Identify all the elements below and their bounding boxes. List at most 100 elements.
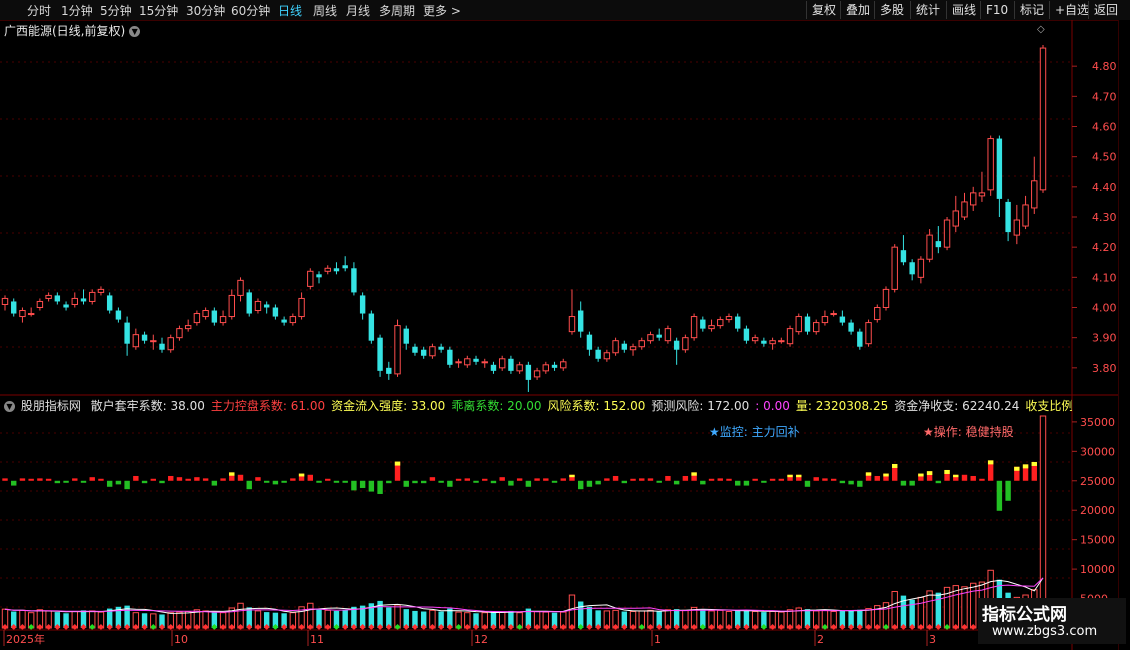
candle-body [438,346,444,350]
candle-body [447,349,453,365]
candle-body [394,325,401,375]
candle-body [324,267,331,272]
oscillator-bar [438,480,444,483]
candle-body [333,268,340,272]
oscillator-bar-cap [944,469,950,474]
oscillator-bar [586,480,593,487]
candle-body [193,313,201,324]
oscillator-bar [769,478,776,481]
candle-body [464,358,471,366]
candle-body [743,328,750,341]
price-tick-label: 4.20 [1092,241,1117,254]
chevron-down-icon[interactable]: ▼ [4,401,15,412]
candle-body [778,340,785,343]
indicator-item-2: 资金流入强度: 33.00 [331,399,446,413]
oscillator-bar [220,478,226,481]
candle-body [176,328,183,339]
oscillator-bar [246,480,252,490]
price-tick-label: 4.00 [1092,302,1117,315]
oscillator-bar [857,480,863,487]
candle-body [420,349,427,356]
oscillator-bar [141,480,148,484]
candle-body [516,364,523,372]
candle-body [63,304,69,308]
candle-body [11,301,17,314]
volume-bar [952,585,959,629]
oscillator-bar [281,480,287,483]
candle-body [150,340,157,343]
oscillator-bar [979,478,985,481]
volume-bar [926,590,933,629]
oscillator-bar [804,480,811,487]
candle-body [473,358,479,362]
kline-chart[interactable]: 4.80 4.70 4.60 4.50 4.40 4.30 4.20 4.10 4.00 3.90… [0,0,1130,650]
candle-body [403,328,409,344]
volume-bar [970,582,977,629]
price-tick-label: 4.50 [1092,151,1117,164]
candle-body [141,334,148,341]
oscillator-bar [961,474,968,481]
oscillator-bar-cap [569,474,575,478]
oscillator-bar [377,480,383,494]
oscillator-bar [28,478,34,481]
oscillator-bar [665,475,671,481]
volume-tick-label: 30000 [1080,445,1115,458]
oscillator-bar [447,480,453,487]
oscillator-bar-cap [1031,461,1037,466]
indicator-name[interactable]: 股朋指标网 [21,399,81,413]
oscillator-bar [403,480,409,487]
indicator-item-7: 量: 2320308.25 [795,399,889,413]
candle-body [909,262,915,275]
volume-bar [568,594,576,629]
candle-body [80,298,87,302]
oscillator-bar [1005,480,1011,501]
oscillator-bar-cap [691,472,697,476]
candle-body [996,138,1003,199]
date-label: 10 [174,633,188,646]
oscillator-bar [464,478,471,481]
candle-body [952,210,959,227]
candle-body [761,340,767,344]
candle-body [647,334,654,342]
candle-body [97,288,105,293]
candle-body [71,297,78,305]
candle-body [690,316,698,339]
volume-tick-label: 25000 [1080,475,1115,488]
candle-body [673,340,680,350]
volume-bar [935,592,942,628]
oscillator-bar [37,478,43,481]
oscillator-bar [560,478,566,481]
candle-body [490,364,497,371]
oscillator-bar [194,477,200,481]
candle-body [708,325,715,330]
candle-body [342,265,348,269]
candle-body [839,316,846,323]
candle-body [106,295,113,311]
oscillator-bar [342,480,348,483]
oscillator-bar [700,480,706,485]
indicator-item-6: : 0.00 [755,399,790,413]
candle-body [935,241,942,248]
candle-body [978,192,986,197]
oscillator-bar [813,477,819,481]
oscillator-bar [656,480,662,483]
price-tick-label: 3.80 [1092,362,1117,375]
candle-body [821,316,829,324]
candle-body [124,322,130,344]
oscillator-bar-cap [987,460,994,465]
oscillator-bar [54,480,61,484]
candle-body [987,138,994,191]
candle-body [167,337,174,351]
oscillator-bar [717,478,723,481]
oscillator-bar [98,478,104,481]
oscillator-bar [150,478,156,481]
oscillator-bar-cap [796,474,802,478]
oscillator-bar [900,480,907,486]
candle-body [211,310,218,323]
indicator-item-5: 预测风险: 172.00 [651,399,750,413]
indicator-values-row: ▼ 股朋指标网 散户套牢系数: 38.00 主力控盘系数: 61.00 资金流入强度… [0,397,1072,414]
oscillator-bar [830,478,837,481]
oscillator-bar [429,477,436,481]
candle-body [533,370,541,378]
candle-body [926,234,933,260]
